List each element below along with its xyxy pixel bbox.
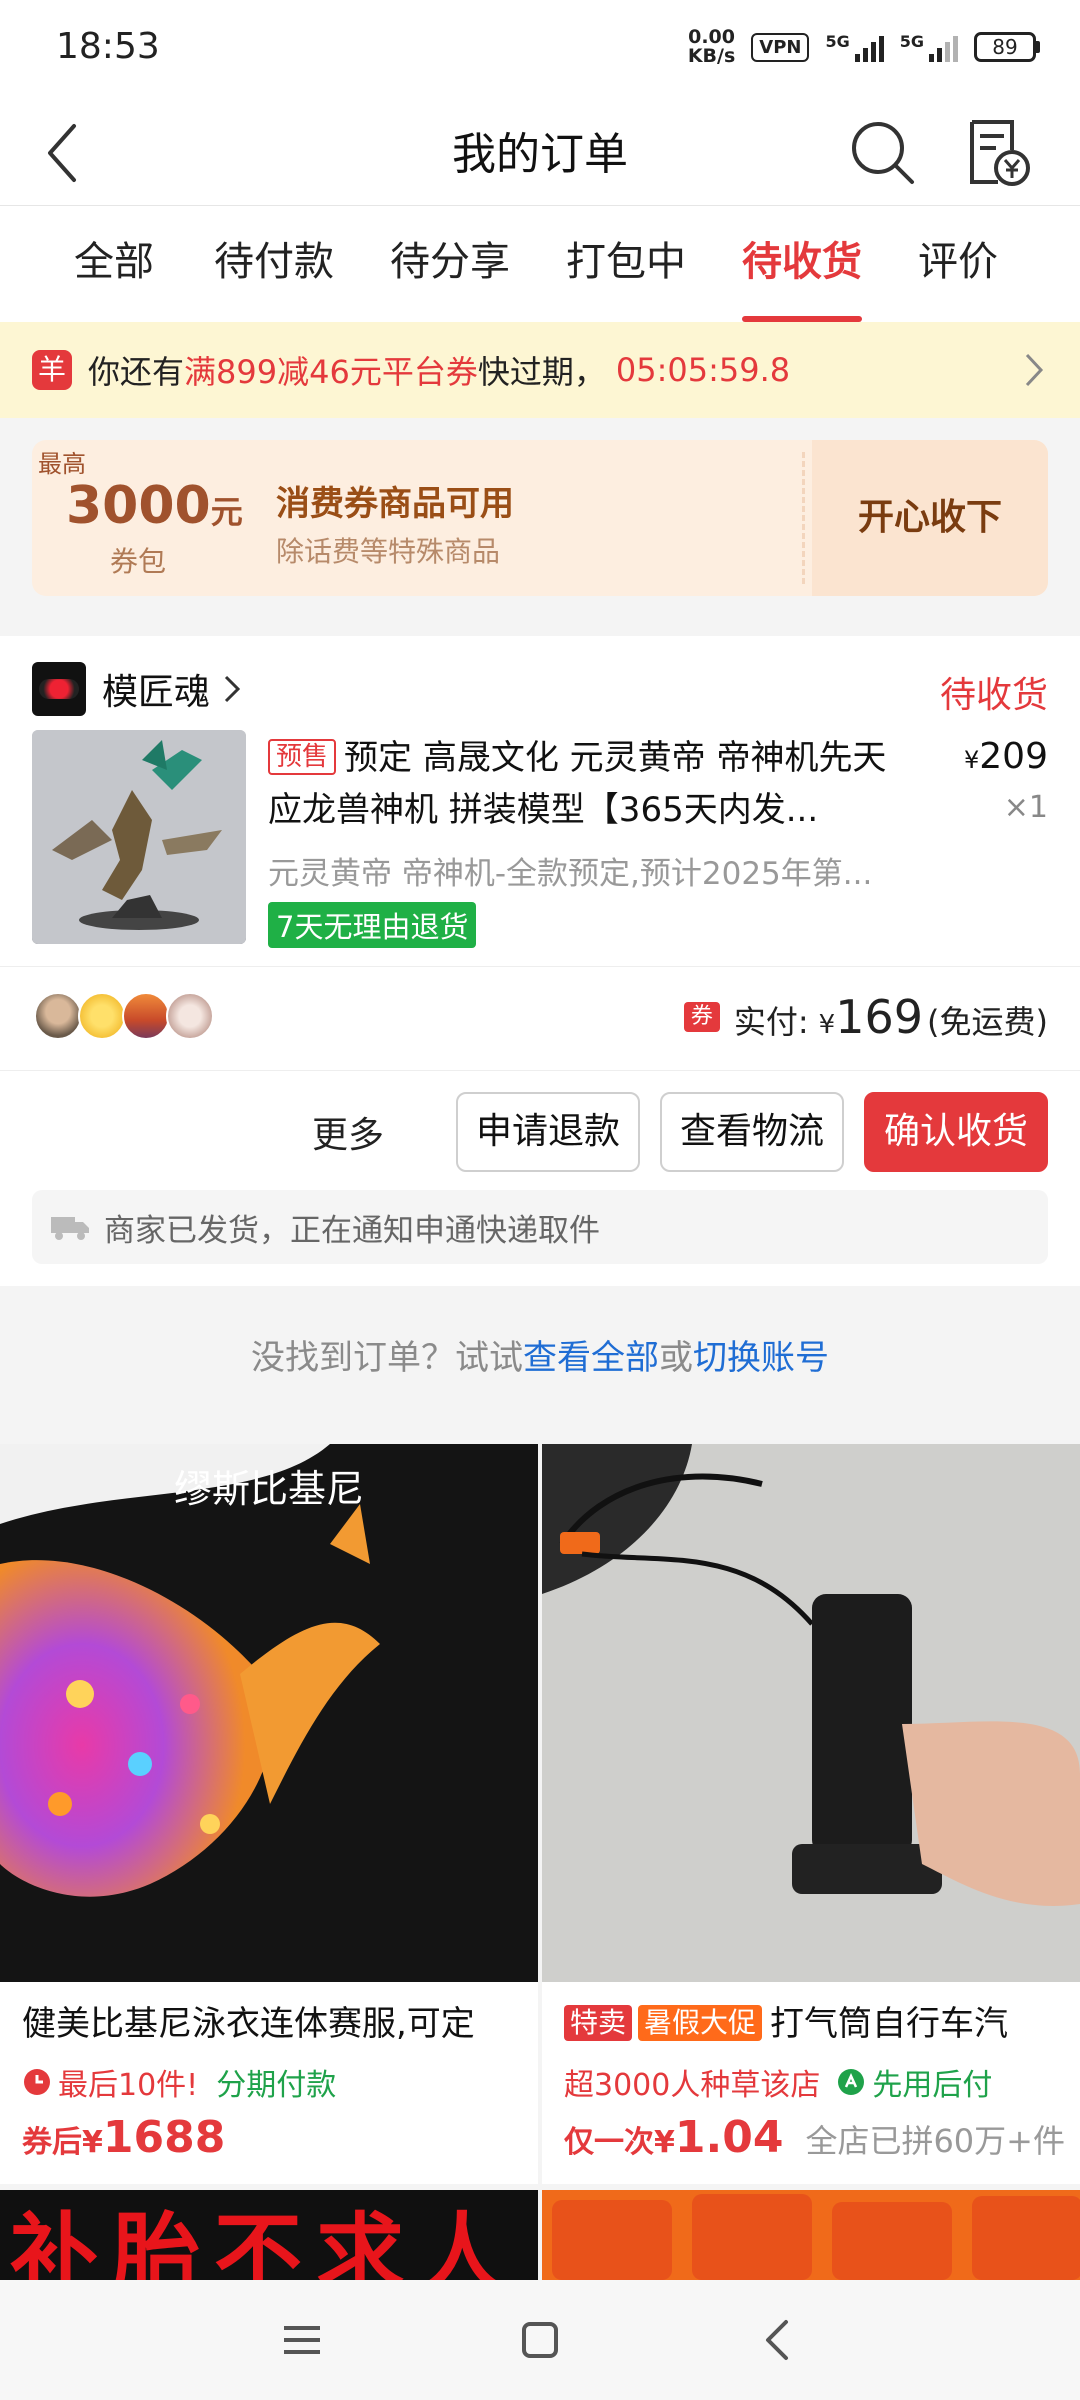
- product-image[interactable]: [542, 1444, 1080, 1982]
- product-title[interactable]: 预售 预定 高晟文化 元灵黄帝 帝神机先天应龙兽神机 拼装模型【365天内发...: [268, 732, 918, 836]
- signal-icon-2: 5G: [900, 32, 958, 62]
- signal-icon: 5G: [825, 32, 884, 62]
- accept-voucher-button[interactable]: 开心收下: [812, 440, 1048, 596]
- recommend-price: 券后¥ 1688: [22, 2112, 226, 2163]
- avatar: [78, 992, 126, 1040]
- clock-icon: [22, 2067, 52, 2097]
- avatar: [122, 992, 170, 1040]
- voucher-tag: 最高: [38, 450, 86, 478]
- order-card: 模匠魂 待收货 预售 预定 高晟文化 元灵黄帝 帝神机先天应龙兽神机 拼装模型【3…: [0, 636, 1080, 1286]
- switch-account-link[interactable]: 切换账号: [693, 1338, 829, 1378]
- status-bar: 18:53 0.00 KB/s VPN 5G 5G 89: [0, 0, 1080, 96]
- coupon-highlight: 满899减46元平台券: [184, 353, 478, 391]
- voucher-title: 消费券商品可用: [276, 484, 514, 524]
- shop-row[interactable]: 模匠魂 待收货: [32, 654, 1048, 724]
- home-icon[interactable]: [510, 2310, 570, 2370]
- recommend-price: 仅一次¥ 1.04 全店已拼60万+件: [564, 2112, 1065, 2163]
- view-logistics-button[interactable]: 查看物流: [659, 1092, 844, 1172]
- tab-pending-share[interactable]: 待分享: [390, 206, 510, 322]
- recommend-title[interactable]: 特卖 暑假大促 打气筒自行车汽: [564, 1996, 1066, 2045]
- refund-button[interactable]: 申请退款: [455, 1092, 640, 1172]
- buyer-avatars[interactable]: [34, 992, 214, 1040]
- status-time: 18:53: [56, 26, 160, 67]
- truck-icon: [50, 1213, 90, 1241]
- more-button[interactable]: 更多: [312, 1106, 384, 1158]
- back-nav-icon[interactable]: [748, 2310, 808, 2370]
- voucher-pack: 券包: [110, 545, 167, 578]
- countdown-timer: 05:05:59.8: [615, 351, 791, 389]
- confirm-receipt-button[interactable]: 确认收货: [863, 1092, 1048, 1172]
- pay-later-icon: [836, 2067, 866, 2097]
- image-overlay-text: 缪斯比基尼: [173, 1467, 364, 1511]
- product-image[interactable]: [32, 730, 246, 944]
- coupon-icon: 羊: [32, 350, 72, 390]
- tab-all[interactable]: 全部: [74, 206, 154, 322]
- product-quantity: ×1: [1003, 790, 1048, 825]
- view-all-link[interactable]: 查看全部: [523, 1338, 659, 1378]
- product-price: ¥209: [964, 736, 1048, 777]
- recommend-card[interactable]: 特卖 暑假大促 打气筒自行车汽 超3000人种草该店 先用后付 仅一次¥ 1.04 全店…: [542, 1444, 1080, 2184]
- status-indicators: 0.00 KB/s VPN 5G 5G 89: [688, 28, 1040, 66]
- chevron-right-icon: [224, 675, 241, 703]
- return-policy-badge: 7天无理由退货: [268, 902, 477, 948]
- product-image[interactable]: 缪斯比基尼: [0, 1444, 538, 1982]
- tab-pending-receipt[interactable]: 待收货: [742, 206, 862, 322]
- menu-icon[interactable]: [272, 2310, 332, 2370]
- recommend-meta: 超3000人种草该店 先用后付: [564, 2067, 993, 2103]
- shop-name[interactable]: 模匠魂: [102, 663, 210, 715]
- order-status: 待收货: [939, 675, 1048, 716]
- tab-review[interactable]: 评价: [918, 206, 998, 322]
- chevron-right-icon: [1024, 352, 1044, 388]
- order-tabs: 全部 待付款 待分享 打包中 待收货 评价: [0, 206, 1080, 322]
- search-icon[interactable]: [844, 114, 920, 190]
- tab-packing[interactable]: 打包中: [566, 206, 686, 322]
- voucher-card: 最高 3000元 券包 消费券商品可用 除话费等特殊商品 开心收下: [32, 440, 1048, 596]
- payment-summary: 券 实付: ¥ 169 (免运费): [683, 990, 1048, 1044]
- sale-tag: 特卖: [564, 2005, 633, 2041]
- voucher-subtitle: 除话费等特殊商品: [276, 535, 501, 568]
- recommend-meta: 最后10件! 分期付款: [22, 2060, 336, 2104]
- coupon-badge-icon: 券: [683, 1002, 720, 1032]
- paid-amount: 169: [835, 990, 924, 1044]
- product-spec: 元灵黄帝 帝神机-全款预定,预计2025年第...: [268, 856, 873, 892]
- recommend-card-partial[interactable]: 补胎不求人: [0, 2190, 538, 2280]
- recommend-title[interactable]: 健美比基尼泳衣连体赛服,可定: [22, 1996, 524, 2045]
- presale-tag: 预售: [268, 739, 337, 775]
- recommend-card[interactable]: 缪斯比基尼 健美比基尼泳衣连体赛服,可定 最后10件! 分期付款 券后¥ 1688: [0, 1444, 538, 2184]
- header: 我的订单: [0, 96, 1080, 206]
- avatar: [34, 992, 82, 1040]
- shop-logo: [32, 662, 86, 716]
- battery-icon: 89: [974, 32, 1040, 62]
- recommend-card-partial[interactable]: [542, 2190, 1080, 2280]
- shipping-note[interactable]: 商家已发货，正在通知申通快递取件: [32, 1190, 1048, 1264]
- voucher-amount: 3000元: [66, 476, 243, 536]
- tab-pending-payment[interactable]: 待付款: [214, 206, 334, 322]
- bill-icon[interactable]: [958, 114, 1034, 190]
- system-nav-bar: [0, 2280, 1080, 2400]
- vpn-icon: VPN: [751, 32, 810, 62]
- avatar: [166, 992, 214, 1040]
- coupon-expiry-banner[interactable]: 羊 你还有 满899减46元平台券 快过期， 05:05:59.8: [0, 322, 1080, 418]
- net-speed: 0.00 KB/s: [687, 26, 736, 67]
- order-not-found-hint: 没找到订单？试试查看全部或切换账号: [251, 1338, 829, 1378]
- promo-tag: 暑假大促: [638, 2005, 763, 2041]
- order-actions: 更多 申请退款 查看物流 确认收货: [312, 1092, 1048, 1172]
